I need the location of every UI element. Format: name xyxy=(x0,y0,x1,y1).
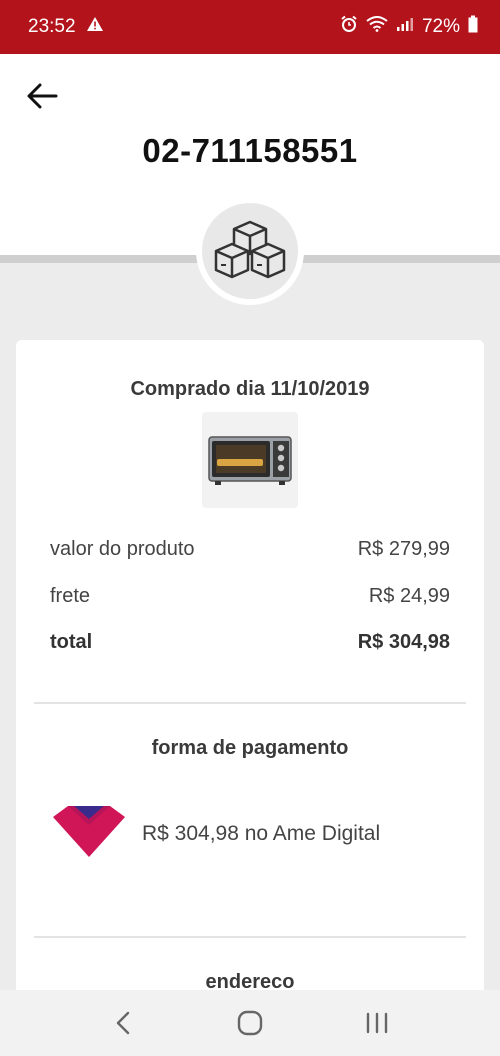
boxes-icon xyxy=(202,203,298,299)
nav-home-button[interactable] xyxy=(230,1003,270,1043)
section-divider xyxy=(34,702,466,704)
price-label: valor do produto xyxy=(50,538,195,560)
product-image[interactable] xyxy=(202,412,298,508)
status-time: 23:52 xyxy=(28,16,76,37)
status-bar: 23:52 72% xyxy=(0,0,500,54)
price-value: R$ 24,99 xyxy=(368,585,450,607)
payment-section-title: forma de pagamento xyxy=(151,737,349,759)
nav-back-icon xyxy=(117,1011,130,1035)
nav-home-icon xyxy=(237,1010,263,1036)
nav-recents-button[interactable] xyxy=(357,1003,397,1043)
arrow-left-icon xyxy=(27,83,58,109)
section-divider xyxy=(34,936,466,938)
alarm-icon xyxy=(340,15,358,39)
warning-icon xyxy=(86,16,104,38)
price-row-product: valor do produto R$ 279,99 xyxy=(50,538,450,561)
price-value: R$ 304,98 xyxy=(357,631,450,653)
battery-percent: 72% xyxy=(421,16,460,37)
price-label: frete xyxy=(50,585,91,607)
price-row-total: total R$ 304,98 xyxy=(50,631,450,654)
order-detail-screen: 23:52 72% 02-711158551 Comprado dia 11/1… xyxy=(0,0,500,1056)
status-left: 23:52 xyxy=(28,16,104,38)
payment-description: R$ 304,98 no Ame Digital xyxy=(142,821,381,845)
wifi-icon xyxy=(366,16,388,38)
price-label: total xyxy=(50,631,93,653)
battery-icon xyxy=(468,15,478,39)
ame-heart-icon xyxy=(50,803,128,864)
nav-back-button[interactable] xyxy=(103,1003,143,1043)
price-row-shipping: frete R$ 24,99 xyxy=(50,585,450,608)
signal-icon xyxy=(396,16,414,38)
status-right: 72% xyxy=(340,15,478,39)
purchase-date: Comprado dia 11/10/2019 xyxy=(130,378,370,400)
order-number: 02-711158551 xyxy=(142,132,358,169)
nav-recents-icon xyxy=(366,1012,387,1034)
back-button[interactable] xyxy=(22,76,62,116)
order-card: Comprado dia 11/10/2019 valor do produto… xyxy=(16,340,484,1040)
price-value: R$ 279,99 xyxy=(357,538,450,560)
order-status-badge xyxy=(196,197,304,305)
system-nav-bar xyxy=(0,990,500,1056)
payment-method: R$ 304,98 no Ame Digital xyxy=(50,803,380,864)
